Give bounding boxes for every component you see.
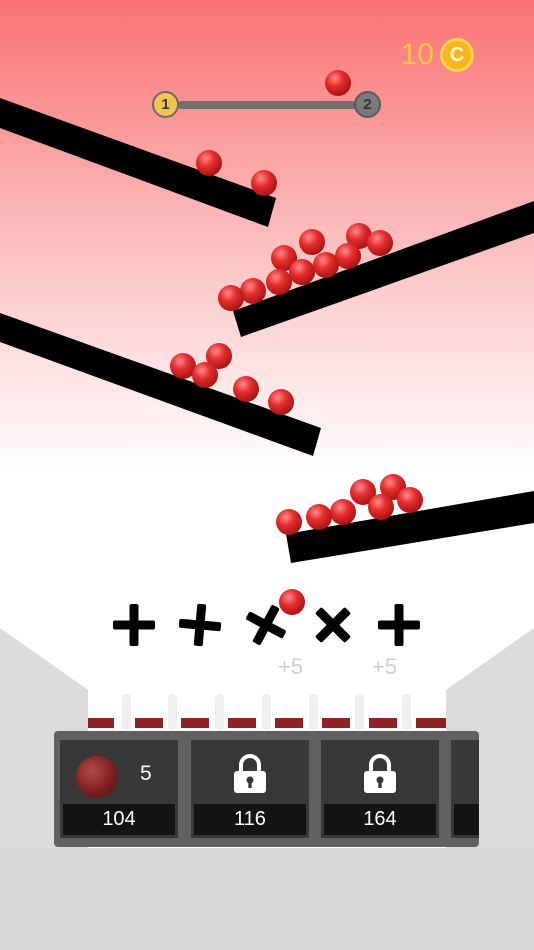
level-progress-bar (178, 101, 356, 109)
ball (218, 285, 244, 311)
ball (368, 494, 394, 520)
level-current-badge: 1 (152, 91, 179, 118)
ball (325, 70, 351, 96)
shop-card-locked-1[interactable]: 116 (191, 740, 309, 838)
ball (313, 252, 339, 278)
ball (279, 589, 305, 615)
upgrade-shop-panel: 5 104 116 164 (54, 731, 479, 847)
ball (192, 362, 218, 388)
ball (397, 487, 423, 513)
ball (306, 504, 332, 530)
lock-icon (234, 754, 266, 793)
bonus-label-2: +5 (372, 654, 398, 679)
ball (196, 150, 222, 176)
price-label-partial (454, 804, 479, 835)
ball-count: 5 (140, 762, 152, 785)
coin-icon: C (440, 38, 474, 72)
coin-counter: 10 C (401, 38, 474, 72)
lock-icon (364, 754, 396, 793)
level-next-badge: 2 (354, 91, 381, 118)
ball (276, 509, 302, 535)
ball-icon (76, 756, 118, 798)
shop-card-locked-2[interactable]: 164 (321, 740, 439, 838)
ball (330, 499, 356, 525)
price-label: 164 (324, 804, 436, 835)
coin-count: 10 (400, 38, 434, 71)
ball (233, 376, 259, 402)
shop-card-add-balls[interactable]: 5 104 (60, 740, 178, 838)
price-label: 104 (63, 804, 175, 835)
ball (266, 269, 292, 295)
ball (367, 230, 393, 256)
floor-base (0, 848, 534, 950)
ball (240, 278, 266, 304)
ball (289, 259, 315, 285)
price-label: 116 (194, 804, 306, 835)
ball (299, 229, 325, 255)
shop-card-partial[interactable] (451, 740, 479, 838)
ball (251, 170, 277, 196)
bonus-label-1: +5 (278, 654, 304, 679)
ball (268, 389, 294, 415)
